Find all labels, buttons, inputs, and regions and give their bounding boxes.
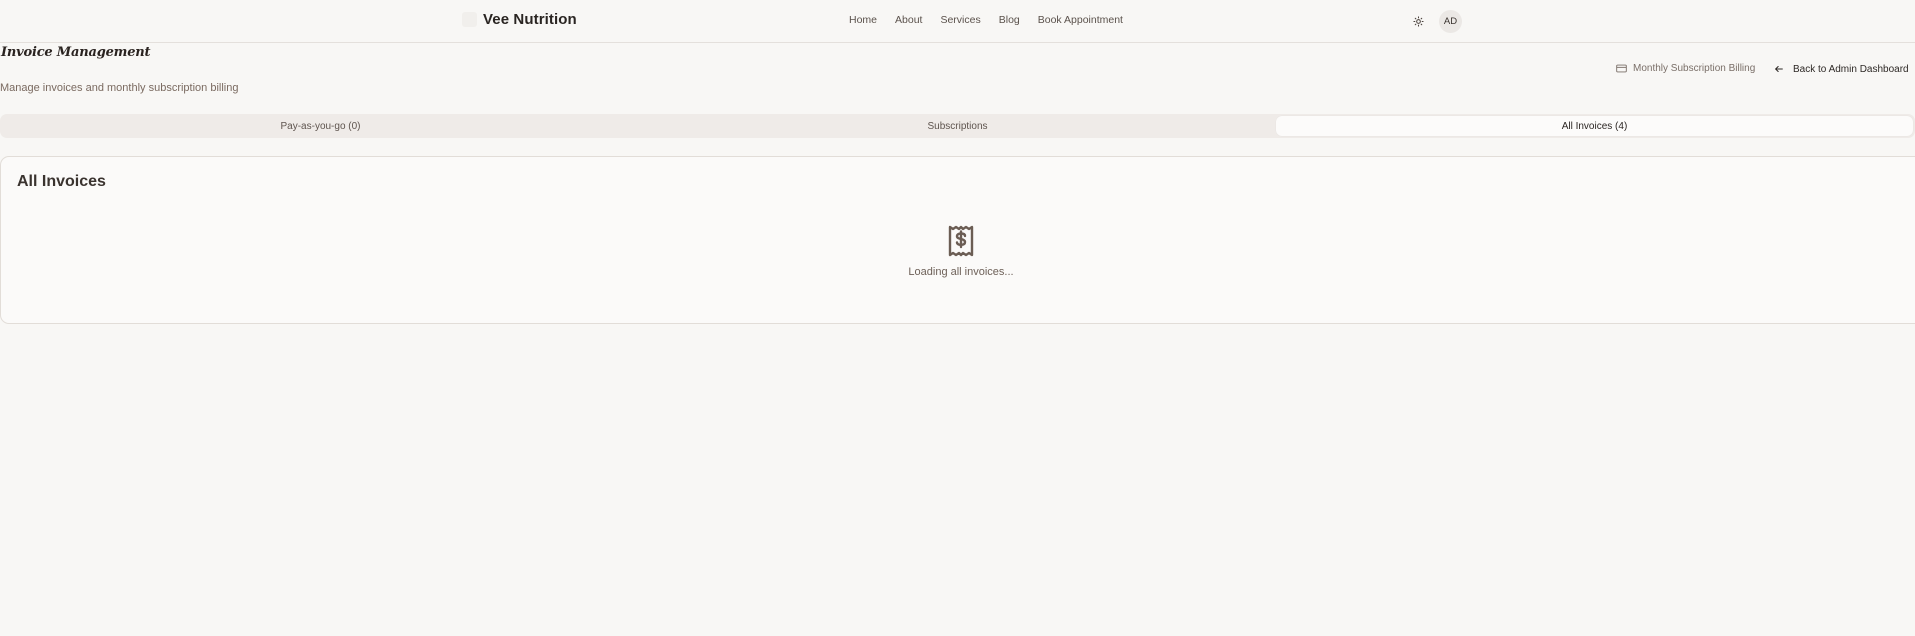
theme-toggle-button[interactable]	[1410, 13, 1426, 29]
receipt-dollar-icon	[948, 225, 974, 257]
loading-text: Loading all invoices...	[908, 266, 1014, 278]
loading-state: Loading all invoices...	[1, 225, 1915, 278]
tab-all-invoices[interactable]: All Invoices (4)	[1276, 116, 1913, 136]
brand-logo-icon	[462, 12, 477, 27]
nav-blog[interactable]: Blog	[999, 14, 1020, 26]
nav-book-appointment[interactable]: Book Appointment	[1038, 14, 1123, 26]
nav-home[interactable]: Home	[849, 14, 877, 26]
card-title: All Invoices	[17, 173, 106, 190]
sun-icon	[1412, 15, 1424, 27]
tab-subscriptions[interactable]: Subscriptions	[639, 116, 1276, 136]
main-nav: Home About Services Blog Book Appointmen…	[849, 14, 1141, 26]
monthly-subscription-billing-link[interactable]: Monthly Subscription Billing	[1616, 63, 1755, 74]
top-navbar: Vee Nutrition Home About Services Blog B…	[0, 0, 1915, 43]
billing-link-label: Monthly Subscription Billing	[1633, 63, 1756, 74]
page-title: Invoice Management	[1, 45, 151, 60]
arrow-left-icon	[1774, 64, 1784, 74]
brand[interactable]: Vee Nutrition	[462, 11, 577, 28]
tab-pay-as-you-go[interactable]: Pay-as-you-go (0)	[2, 116, 639, 136]
nav-services[interactable]: Services	[940, 14, 980, 26]
invoice-tabs: Pay-as-you-go (0) Subscriptions All Invo…	[0, 114, 1915, 138]
back-to-admin-dashboard-button[interactable]: Back to Admin Dashboard	[1767, 58, 1915, 80]
nav-about[interactable]: About	[895, 14, 922, 26]
user-avatar[interactable]: AD	[1439, 10, 1462, 33]
back-button-label: Back to Admin Dashboard	[1793, 63, 1909, 75]
all-invoices-card: All Invoices Loading all invoices...	[0, 156, 1915, 324]
credit-card-icon	[1616, 64, 1627, 73]
page-subtitle: Manage invoices and monthly subscription…	[0, 82, 239, 94]
brand-name: Vee Nutrition	[483, 11, 577, 28]
